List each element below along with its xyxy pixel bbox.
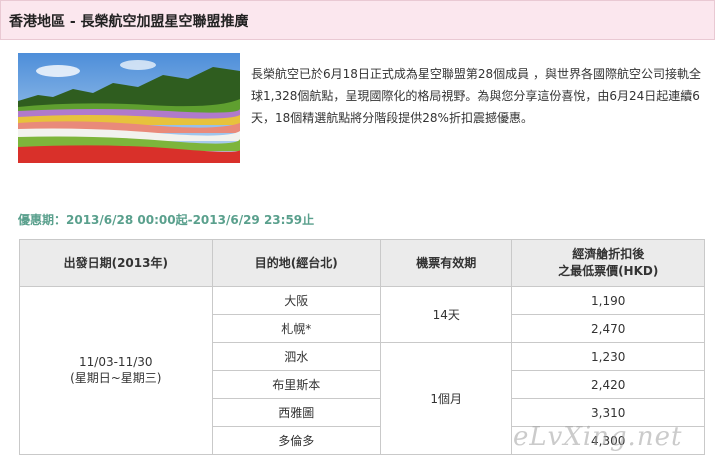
departure-dates: 11/03-11/30 xyxy=(79,355,153,369)
fare-cell: 1,190 xyxy=(511,286,705,315)
header-destination: 目的地(經台北) xyxy=(211,239,382,287)
page-title: 香港地區 - 長榮航空加盟星空聯盟推廣 xyxy=(9,14,249,30)
intro-paragraph: 長榮航空已於6月18日正式成為星空聯盟第28個成員 ，與世界各國際航空公司接軌全… xyxy=(251,67,701,125)
landscape-illustration xyxy=(18,53,240,163)
header-ticket-validity: 機票有效期 xyxy=(380,239,513,287)
fare-cell: 2,420 xyxy=(511,370,705,399)
fare-cell: 2,470 xyxy=(511,314,705,343)
table-row: 11/03-11/30 (星期日~星期三) 大阪 14天 1,190 xyxy=(19,286,705,455)
destination-cell: 札幌* xyxy=(211,314,382,343)
destination-cell: 布里斯本 xyxy=(211,370,382,399)
header-lowest-fare: 經濟艙折扣後 之最低票價(HKD) xyxy=(511,239,705,287)
flower-field-landscape-image xyxy=(18,53,240,163)
header-lowest-fare-line1: 經濟艙折扣後 xyxy=(572,247,645,261)
header-lowest-fare-line2: 之最低票價(HKD) xyxy=(558,264,659,278)
promo-period: 優惠期：2013/6/28 00:00起-2013/6/29 23:59止 xyxy=(18,213,315,227)
header-departure-date: 出發日期(2013年) xyxy=(19,239,213,287)
fare-cell: 1,230 xyxy=(511,342,705,371)
departure-date-cell: 11/03-11/30 (星期日~星期三) xyxy=(19,286,213,455)
destination-cell: 西雅圖 xyxy=(211,398,382,427)
departure-days: (星期日~星期三) xyxy=(70,371,162,385)
validity-cell: 1個月 xyxy=(380,342,513,455)
destination-cell: 多倫多 xyxy=(211,426,382,455)
destination-cell: 泗水 xyxy=(211,342,382,371)
table-header-row: 出發日期(2013年) 目的地(經台北) 機票有效期 經濟艙折扣後 之最低票價(… xyxy=(19,239,705,287)
page-banner: 香港地區 - 長榮航空加盟星空聯盟推廣 xyxy=(0,0,715,40)
destination-cell: 大阪 xyxy=(211,286,382,315)
validity-cell: 14天 xyxy=(380,286,513,343)
site-watermark: eLvXing.net xyxy=(513,422,683,452)
